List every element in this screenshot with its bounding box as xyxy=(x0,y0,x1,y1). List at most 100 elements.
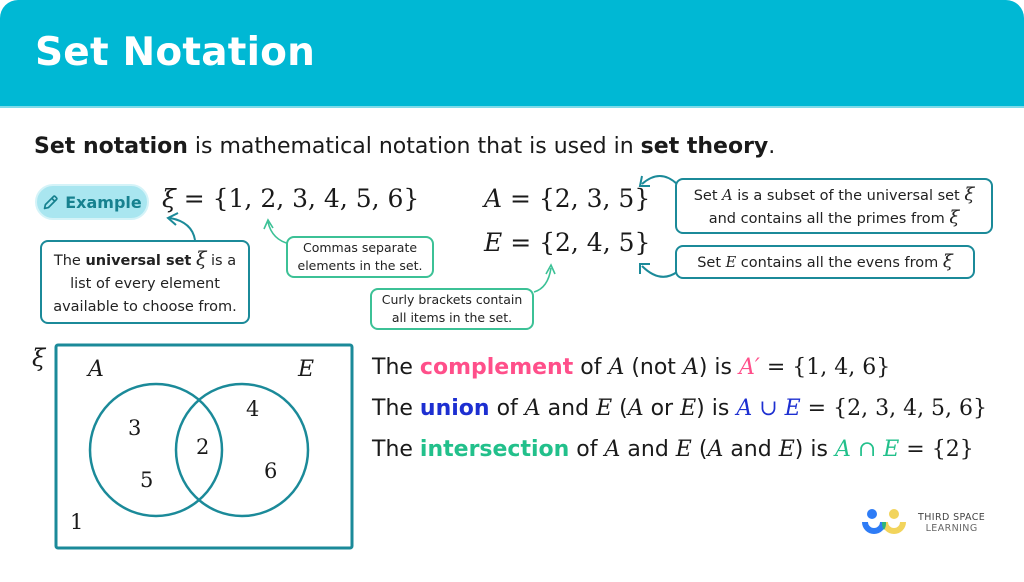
venn-element: 6 xyxy=(264,459,277,483)
term-universal-set: universal set xyxy=(85,253,192,269)
venn-element: 2 xyxy=(196,435,209,459)
venn-element: 3 xyxy=(128,416,141,440)
text: (not xyxy=(624,355,683,380)
intro-end: . xyxy=(768,134,776,159)
arrow-subset xyxy=(641,175,678,185)
universal-symbol: ξ xyxy=(942,251,953,272)
arrow-evens xyxy=(641,265,678,278)
arrow-universal xyxy=(169,217,196,241)
logo-line-1: THIRD SPACE xyxy=(918,512,986,523)
text: and xyxy=(540,396,597,421)
callout-line-1: Curly brackets contain xyxy=(381,292,523,307)
set-a-elements: {2, 3, 5} xyxy=(538,184,651,213)
universal-symbol: ξ xyxy=(195,248,207,270)
set-a-symbol: A xyxy=(722,188,733,204)
equals-sign: = xyxy=(502,184,539,213)
equals-sign: = xyxy=(502,228,540,257)
callout-commas: Commas separate elements in the set. xyxy=(286,236,434,278)
universal-set-equation: ξ = {1, 2, 3, 4, 5, 6} xyxy=(162,184,419,213)
pencil-icon xyxy=(43,194,58,209)
var-a: A xyxy=(682,355,699,380)
text: is a subset of the universal set xyxy=(732,188,965,204)
callout-line-2: list of every element xyxy=(70,276,220,292)
text: Set xyxy=(697,255,726,271)
arrow-curly xyxy=(533,267,552,293)
text: of xyxy=(573,355,609,380)
callout-curly-brackets: Curly brackets contain all items in the … xyxy=(370,288,534,330)
example-badge: Example xyxy=(35,184,149,220)
set-e-equation: E = {2, 4, 5} xyxy=(484,228,650,257)
intersection-symbol: A ∩ E xyxy=(834,437,900,462)
statement-union: The union of A and E (A or E) is A ∪ E =… xyxy=(372,396,987,421)
universal-set-elements: {1, 2, 3, 4, 5, 6} xyxy=(212,184,420,213)
union-symbol: A ∪ E xyxy=(736,396,801,421)
venn-diagram: ξ A E 3 5 2 4 6 1 xyxy=(32,343,354,550)
page-title: Set Notation xyxy=(35,30,316,75)
set-e-elements: {2, 4, 5} xyxy=(539,228,651,257)
callout-line-1: Set A is a subset of the universal set ξ xyxy=(677,184,991,207)
logo-line-2: LEARNING xyxy=(925,523,978,534)
var-e: E xyxy=(675,437,692,462)
var-e: E xyxy=(680,396,697,421)
union-result: = {2, 3, 4, 5, 6} xyxy=(800,396,988,421)
arrowhead-evens xyxy=(639,263,650,274)
text: ) is xyxy=(698,355,739,380)
var-a: A xyxy=(608,355,625,380)
venn-element: 1 xyxy=(70,510,83,534)
var-e: E xyxy=(596,396,613,421)
statement-complement: The complement of A (not A) is A′ = {1, … xyxy=(372,355,890,380)
arrowhead-commas xyxy=(263,218,274,230)
text: ( xyxy=(612,396,628,421)
text: contains all the evens from xyxy=(736,255,943,271)
callout-line-3: available to choose from. xyxy=(53,299,237,315)
keyword-intersection: intersection xyxy=(419,437,570,462)
text: ( xyxy=(691,437,708,462)
var-e: E xyxy=(778,437,795,462)
callout-line-2: all items in the set. xyxy=(391,310,513,325)
var-a: A xyxy=(707,437,724,462)
callout-line-2: and contains all the primes from ξ xyxy=(677,207,991,230)
intro-sentence: Set notation is mathematical notation th… xyxy=(34,134,775,159)
complement-result: = {1, 4, 6} xyxy=(759,355,891,380)
set-a-symbol: A xyxy=(484,184,503,213)
text: ) is xyxy=(794,437,835,462)
var-a: A xyxy=(627,396,644,421)
text: and xyxy=(723,437,779,462)
set-e-symbol: E xyxy=(484,228,503,257)
intro-middle: is mathematical notation that is used in xyxy=(187,134,641,159)
text: of xyxy=(569,437,605,462)
var-a: A xyxy=(524,396,541,421)
venn-set-e-label: E xyxy=(297,357,314,382)
keyword-complement: complement xyxy=(419,355,574,380)
logo-icon xyxy=(862,509,906,534)
text: and contains all the primes from xyxy=(708,211,950,227)
text: of xyxy=(489,396,525,421)
arrowhead-curly xyxy=(545,263,556,275)
set-e-symbol: E xyxy=(725,255,737,271)
venn-element: 5 xyxy=(140,468,153,492)
callout-line-1: The universal set ξ is a xyxy=(42,248,248,273)
text: The xyxy=(372,396,420,421)
header-banner: Set Notation xyxy=(0,0,1024,108)
text: is a xyxy=(206,253,237,269)
term-set-notation: Set notation xyxy=(34,134,188,159)
var-a: A xyxy=(604,437,621,462)
logo-text: THIRD SPACE LEARNING xyxy=(918,512,985,534)
venn-element: 4 xyxy=(246,397,259,421)
example-label: Example xyxy=(65,192,142,212)
text: The xyxy=(53,253,86,269)
callout-line-2: elements in the set. xyxy=(297,258,423,273)
text: or xyxy=(643,396,681,421)
intersection-result: = {2} xyxy=(899,437,974,462)
venn-universal-label: ξ xyxy=(32,344,47,372)
third-space-learning-logo: THIRD SPACE LEARNING xyxy=(860,508,985,538)
set-a-equation: A = {2, 3, 5} xyxy=(484,184,650,213)
callout-subset: Set A is a subset of the universal set ξ… xyxy=(675,178,993,234)
equals-sign: = xyxy=(175,184,213,213)
text: Set xyxy=(693,188,723,204)
universal-symbol: ξ xyxy=(162,184,176,213)
statement-intersection: The intersection of A and E (A and E) is… xyxy=(372,437,974,462)
text: ) is xyxy=(696,396,737,421)
keyword-union: union xyxy=(419,396,490,421)
arrowhead-universal xyxy=(166,212,179,226)
